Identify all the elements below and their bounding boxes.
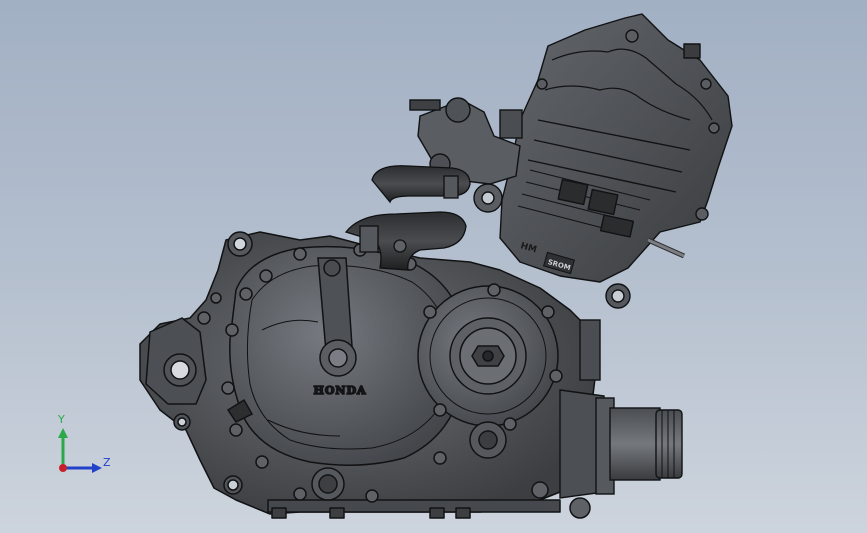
- honda-logo-text: HONDA: [313, 384, 366, 397]
- y-axis-label: Y: [58, 413, 65, 426]
- engine-model[interactable]: HONDA HM SROM: [0, 0, 867, 533]
- origin-marker: [59, 464, 67, 472]
- z-axis-label: Z: [103, 456, 111, 469]
- coordinate-triad: [58, 428, 102, 473]
- cad-viewport[interactable]: HONDA HM SROM Y Z: [0, 0, 867, 533]
- cylinder-head: [499, 13, 733, 283]
